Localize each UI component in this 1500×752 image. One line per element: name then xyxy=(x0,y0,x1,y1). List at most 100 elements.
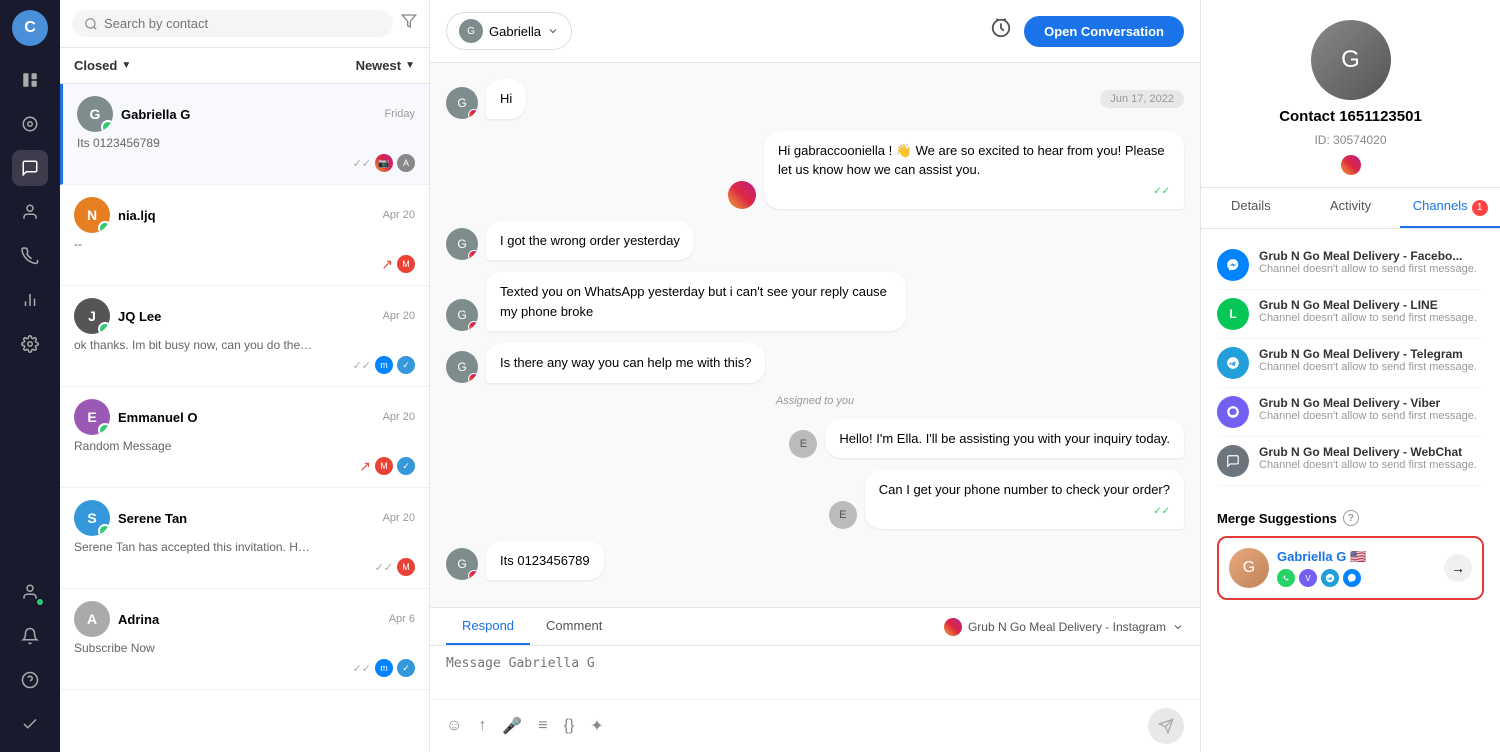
conv-name: nia.ljq xyxy=(118,208,375,223)
online-badge xyxy=(101,120,113,132)
channel-note: Channel doesn't allow to send first mess… xyxy=(1259,459,1484,471)
nav-icon-reports[interactable] xyxy=(12,282,48,318)
agent-channel-icon xyxy=(728,181,756,209)
date-divider: Jun 17, 2022 xyxy=(1100,90,1184,108)
merge-channels: V xyxy=(1277,569,1436,587)
channel-name: Grub N Go Meal Delivery - LINE xyxy=(1259,298,1484,312)
message-input[interactable] xyxy=(446,656,1184,686)
nav-icon-notifications[interactable] xyxy=(12,618,48,654)
closed-filter[interactable]: Closed ▼ xyxy=(74,58,131,73)
channel-note: Channel doesn't allow to send first mess… xyxy=(1259,410,1484,422)
conv-preview: Serene Tan has accepted this invitation.… xyxy=(74,540,314,554)
telegram-icon xyxy=(1321,569,1339,587)
merge-card[interactable]: G Gabriella G 🇺🇸 V xyxy=(1217,536,1484,600)
double-check-icon: ✓✓ xyxy=(1153,184,1170,199)
chat-footer: Respond Comment Grub N Go Meal Delivery … xyxy=(430,607,1200,752)
open-conversation-button[interactable]: Open Conversation xyxy=(1024,16,1184,47)
ai-icon[interactable]: ✦ xyxy=(590,716,603,736)
search-input[interactable] xyxy=(104,16,381,31)
conv-preview: -- xyxy=(74,237,314,251)
upload-icon[interactable]: ↑ xyxy=(478,717,486,735)
nav-icon-sidebar[interactable] xyxy=(12,62,48,98)
read-icon: ✓✓ xyxy=(375,561,393,574)
nav-icon-broadcast[interactable] xyxy=(12,238,48,274)
messenger-icon xyxy=(1343,569,1361,587)
avatar: S xyxy=(74,500,110,536)
message-text: Texted you on WhatsApp yesterday but i c… xyxy=(500,284,887,319)
avatar: G xyxy=(446,351,478,383)
variable-icon[interactable]: {} xyxy=(564,717,575,735)
agent-selector[interactable]: G Gabriella xyxy=(446,12,572,50)
list-item[interactable]: E Emmanuel O Apr 20 Random Message ↗ M ✓ xyxy=(60,387,429,488)
footer-action-bar: ☺ ↑ 🎤 ≡ {} ✦ xyxy=(430,699,1200,752)
nav-icon-dashboard[interactable] xyxy=(12,106,48,142)
channel-row: Grub N Go Meal Delivery - WebChat Channe… xyxy=(1217,437,1484,486)
sort-filter-label: Newest xyxy=(356,58,402,73)
list-item[interactable]: A Adrina Apr 6 Subscribe Now ✓✓ m ✓ xyxy=(60,589,429,690)
conv-time: Apr 6 xyxy=(389,613,415,625)
merge-suggestions-section: Merge Suggestions ? G Gabriella G 🇺🇸 V xyxy=(1201,498,1500,612)
avatar: N xyxy=(74,197,110,233)
list-item[interactable]: J JQ Lee Apr 20 ok thanks. Im bit busy n… xyxy=(60,286,429,387)
nav-icon-agent[interactable] xyxy=(12,574,48,610)
sort-filter[interactable]: Newest ▼ xyxy=(356,58,415,73)
online-badge xyxy=(98,423,110,435)
list-item[interactable]: N nia.ljq Apr 20 -- ↗ M xyxy=(60,185,429,286)
microphone-icon[interactable]: 🎤 xyxy=(502,716,522,736)
channel-selector[interactable]: Grub N Go Meal Delivery - Instagram xyxy=(944,608,1184,645)
agent-avatar-right: E xyxy=(789,430,817,458)
message-text: I got the wrong order yesterday xyxy=(500,233,680,248)
tab-channels[interactable]: Channels1 xyxy=(1400,188,1500,228)
tab-comment[interactable]: Comment xyxy=(530,608,618,645)
instagram-badge xyxy=(468,109,478,119)
send-button[interactable] xyxy=(1148,708,1184,744)
list-item[interactable]: G Gabriella G Friday Its 0123456789 ✓✓ 📷… xyxy=(60,84,429,185)
conv-preview: Random Message xyxy=(74,439,314,453)
chevron-down-icon xyxy=(1172,621,1184,633)
messenger-channel-icon: m xyxy=(375,356,393,374)
channel-name: Grub N Go Meal Delivery - Viber xyxy=(1259,396,1484,410)
nav-icon-settings[interactable] xyxy=(12,326,48,362)
filter-icon[interactable] xyxy=(401,13,417,34)
template-icon[interactable]: ≡ xyxy=(538,717,547,735)
conv-time: Apr 20 xyxy=(383,209,415,221)
tab-respond[interactable]: Respond xyxy=(446,608,530,645)
nav-icon-help[interactable] xyxy=(12,662,48,698)
right-panel: G Contact 1651123501 ID: 30574020 Detail… xyxy=(1200,0,1500,752)
read-icon: ✓✓ xyxy=(353,157,371,170)
footer-tabs: Respond Comment Grub N Go Meal Delivery … xyxy=(430,608,1200,646)
conv-preview: Its 0123456789 xyxy=(77,136,317,150)
contact-name: Contact 1651123501 xyxy=(1279,108,1422,125)
nav-avatar[interactable]: C xyxy=(12,10,48,46)
message-bubble: Is there any way you can help me with th… xyxy=(486,343,765,383)
timer-icon[interactable] xyxy=(990,17,1012,45)
message-row: G Is there any way you can help me with … xyxy=(446,343,1184,383)
tab-activity[interactable]: Activity xyxy=(1301,188,1401,228)
list-item[interactable]: S Serene Tan Apr 20 Serene Tan has accep… xyxy=(60,488,429,589)
line-channel-icon: L xyxy=(1217,298,1249,330)
closed-chevron-icon: ▼ xyxy=(121,60,131,71)
conversation-list: G Gabriella G Friday Its 0123456789 ✓✓ 📷… xyxy=(60,84,429,752)
merge-action-button[interactable]: → xyxy=(1444,554,1472,582)
conv-time: Apr 20 xyxy=(383,411,415,423)
message-text: Its 0123456789 xyxy=(500,553,590,568)
instagram-badge xyxy=(468,570,478,580)
conv-name: Serene Tan xyxy=(118,511,375,526)
search-box[interactable] xyxy=(72,10,393,37)
tab-details[interactable]: Details xyxy=(1201,188,1301,228)
read-icon: ✓✓ xyxy=(353,359,371,372)
messenger-channel-icon: m xyxy=(375,659,393,677)
message-row: Hello! I'm Ella. I'll be assisting you w… xyxy=(446,419,1184,459)
emoji-icon[interactable]: ☺ xyxy=(446,717,462,735)
sidebar-filters: Closed ▼ Newest ▼ xyxy=(60,48,429,84)
nav-icon-contacts[interactable] xyxy=(12,194,48,230)
conv-preview: ok thanks. Im bit busy now, can you do t… xyxy=(74,338,314,352)
message-row: G Hi Jun 17, 2022 xyxy=(446,79,1184,119)
contact-header: G Contact 1651123501 ID: 30574020 xyxy=(1201,0,1500,188)
nav-icon-checkmark[interactable] xyxy=(12,706,48,742)
closed-filter-label: Closed xyxy=(74,58,117,73)
merge-help-icon[interactable]: ? xyxy=(1343,510,1359,526)
message-input-area[interactable] xyxy=(430,646,1200,699)
nav-icon-chat[interactable] xyxy=(12,150,48,186)
instagram-badge xyxy=(468,250,478,260)
